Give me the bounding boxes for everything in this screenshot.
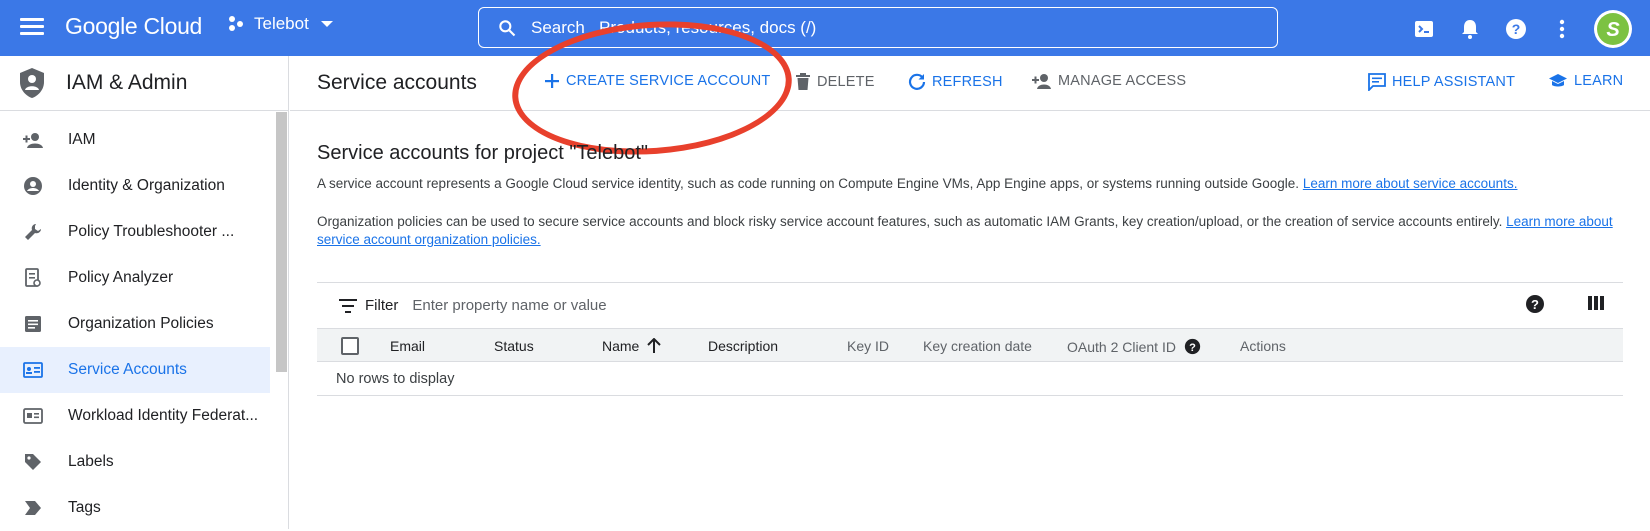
hamburger-menu-icon[interactable]: [18, 14, 46, 42]
column-status[interactable]: Status: [494, 338, 534, 354]
nav-item-label: Tags: [68, 499, 101, 516]
column-key-id[interactable]: Key ID: [847, 338, 889, 354]
svg-text:?: ?: [1512, 21, 1521, 37]
create-label: CREATE SERVICE ACCOUNT: [566, 73, 771, 89]
project-dots-icon: [229, 16, 243, 31]
learn-button[interactable]: LEARN: [1548, 73, 1623, 89]
filter-icon: [339, 298, 357, 313]
project-selector[interactable]: Telebot: [226, 14, 337, 34]
policy-analyzer-icon: [22, 267, 44, 289]
more-vert-icon[interactable]: [1548, 15, 1576, 43]
column-oauth-client-id[interactable]: OAuth 2 Client ID ?: [1067, 338, 1201, 355]
column-email[interactable]: Email: [390, 338, 425, 354]
table-header: Email Status Name Description Key ID Key…: [317, 328, 1623, 362]
nav-item-label: Organization Policies: [68, 315, 214, 332]
filter-input[interactable]: [412, 297, 1313, 314]
learn-label: LEARN: [1574, 73, 1624, 89]
wrench-icon: [22, 221, 44, 243]
nav-item-label: Policy Analyzer: [68, 269, 174, 286]
left-nav: IAM & Admin IAM Identity & Organization …: [0, 56, 289, 529]
delete-label: DELETE: [817, 74, 875, 90]
search-box[interactable]: [478, 7, 1278, 48]
nav-item-policy-analyzer[interactable]: Policy Analyzer: [0, 255, 270, 301]
account-circle-icon: [22, 175, 44, 197]
brand-logo[interactable]: Google Cloud: [65, 13, 202, 40]
refresh-icon: [908, 73, 926, 90]
column-description[interactable]: Description: [708, 338, 778, 354]
service-account-icon: [22, 359, 44, 381]
nav-item-label: Policy Troubleshooter ...: [68, 223, 235, 240]
column-actions: Actions: [1240, 338, 1286, 354]
shield-person-icon: [20, 68, 44, 98]
nav-item-organization-policies[interactable]: Organization Policies: [0, 301, 270, 347]
nav-title: IAM & Admin: [66, 71, 188, 94]
help-icon[interactable]: ?: [1184, 338, 1201, 355]
refresh-label: REFRESH: [932, 74, 1003, 90]
delete-button[interactable]: DELETE: [795, 73, 875, 91]
nav-item-label: Workload Identity Federat...: [68, 407, 259, 424]
chat-icon: [1368, 73, 1386, 91]
nav-item-service-accounts[interactable]: Service Accounts: [0, 347, 270, 393]
nav-item-label: IAM: [68, 131, 96, 148]
create-service-account-button[interactable]: CREATE SERVICE ACCOUNT: [544, 73, 770, 89]
nav-item-workload-identity-federation[interactable]: Workload Identity Federat...: [0, 393, 270, 439]
section-heading: Service accounts for project "Telebot": [317, 142, 649, 164]
chevron-down-icon: [320, 21, 333, 27]
column-key-creation-date[interactable]: Key creation date: [923, 338, 1032, 354]
top-icons: ? S: [1410, 10, 1632, 48]
empty-table-message: No rows to display: [317, 362, 1623, 396]
person-add-icon: [1032, 74, 1051, 89]
notifications-bell-icon[interactable]: [1456, 15, 1484, 43]
page-title: Service accounts: [317, 71, 477, 94]
page-toolbar: Service accounts CREATE SERVICE ACCOUNT …: [290, 56, 1650, 111]
filter-button[interactable]: Filter: [339, 297, 398, 314]
school-cap-icon: [1549, 74, 1567, 87]
nav-item-label: Service Accounts: [68, 361, 187, 378]
service-account-description: A service account represents a Google Cl…: [317, 176, 1518, 191]
select-all-checkbox[interactable]: [341, 337, 359, 355]
person-add-icon: [22, 129, 44, 151]
document-list-icon: [22, 313, 44, 335]
manage-access-label: MANAGE ACCESS: [1058, 73, 1187, 89]
nav-item-tags[interactable]: Tags: [0, 485, 270, 531]
nav-header: IAM & Admin: [0, 56, 288, 111]
avatar[interactable]: S: [1594, 10, 1632, 48]
help-assistant-label: HELP ASSISTANT: [1392, 74, 1516, 90]
svg-text:S: S: [1606, 19, 1620, 41]
nav-item-policy-troubleshooter[interactable]: Policy Troubleshooter ...: [0, 209, 270, 255]
project-name: Telebot: [254, 14, 309, 33]
cloud-shell-icon[interactable]: [1410, 15, 1438, 43]
svg-text:?: ?: [1531, 297, 1539, 312]
plus-icon: [545, 74, 559, 88]
label-tag-icon: [22, 451, 44, 473]
nav-item-iam[interactable]: IAM: [0, 117, 270, 163]
help-assistant-button[interactable]: HELP ASSISTANT: [1368, 73, 1515, 91]
nav-item-label: Identity & Organization: [68, 177, 225, 194]
nav-item-labels[interactable]: Labels: [0, 439, 270, 485]
nav-item-label: Labels: [68, 453, 114, 470]
help-icon[interactable]: ?: [1502, 15, 1530, 43]
tag-chevron-icon: [22, 497, 44, 519]
org-policy-description: Organization policies can be used to sec…: [317, 214, 1613, 247]
help-icon[interactable]: ?: [1525, 294, 1545, 314]
sort-ascending-arrow-icon: [647, 338, 662, 353]
id-card-icon: [22, 405, 44, 427]
search-icon: [499, 19, 516, 36]
trash-icon: [796, 73, 810, 90]
refresh-button[interactable]: REFRESH: [908, 73, 1003, 91]
search-input[interactable]: [531, 17, 1231, 38]
column-display-icon[interactable]: [1587, 294, 1605, 312]
svg-text:?: ?: [1189, 342, 1196, 354]
top-bar: Google Cloud Telebot ? S: [0, 0, 1650, 56]
column-name[interactable]: Name: [602, 338, 662, 354]
filter-bar: Filter ?: [317, 282, 1623, 328]
learn-more-service-accounts-link[interactable]: Learn more about service accounts.: [1303, 176, 1518, 191]
nav-item-identity-organization[interactable]: Identity & Organization: [0, 163, 270, 209]
nav-scrollbar[interactable]: [276, 112, 287, 372]
manage-access-button[interactable]: MANAGE ACCESS: [1032, 73, 1186, 89]
